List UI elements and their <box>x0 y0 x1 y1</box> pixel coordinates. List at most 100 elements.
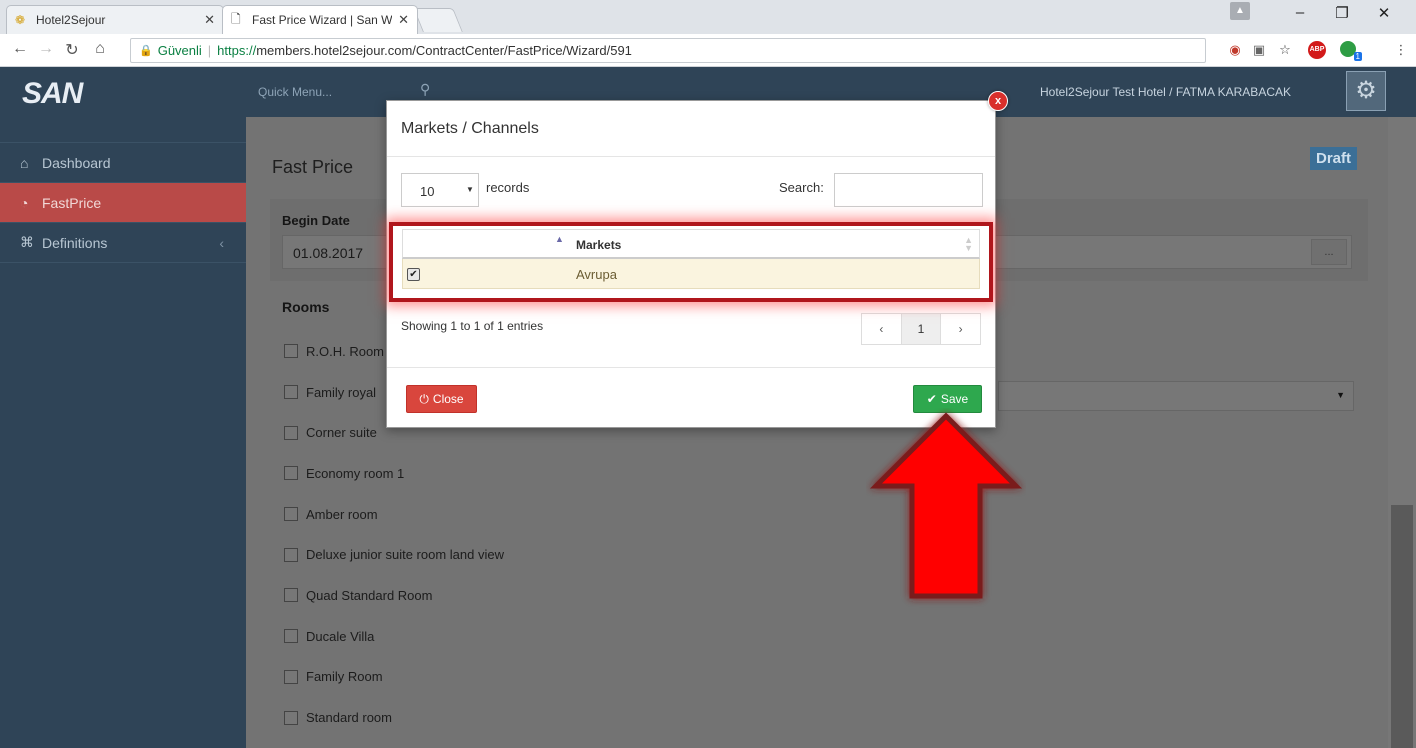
app-logo[interactable]: SAN <box>22 77 83 111</box>
lock-icon: 🔒 <box>139 45 153 57</box>
sidebar-item-definitions[interactable]: ⌘ Definitions ‹ <box>0 223 246 263</box>
minimize-icon[interactable]: – <box>1288 4 1312 21</box>
table-row[interactable]: ✔ Avrupa <box>402 259 980 289</box>
pager-prev[interactable]: ‹ <box>862 314 902 344</box>
modal-close-icon[interactable]: x <box>988 91 1008 111</box>
pagination: ‹ 1 › <box>861 313 981 345</box>
adblock-icon[interactable]: ABP <box>1308 41 1326 59</box>
room-list-item[interactable]: Amber room <box>284 494 504 535</box>
pager-next[interactable]: › <box>941 314 980 344</box>
reload-icon[interactable]: ↻ <box>62 40 82 60</box>
save-button-label: Save <box>940 392 969 406</box>
save-button[interactable]: ✔ Save <box>913 385 982 413</box>
search-icon[interactable]: ⚲ <box>420 81 430 98</box>
extension-camera-icon[interactable]: ◉ <box>1226 42 1244 58</box>
sidebar-item-label: FastPrice <box>42 194 102 211</box>
window-close-icon[interactable]: ✕ <box>1372 4 1396 22</box>
scrollbar-thumb[interactable] <box>1391 505 1413 748</box>
profile-icon[interactable]: ▲ <box>1230 2 1250 20</box>
close-button-label: Close <box>432 392 464 406</box>
room-checkbox[interactable] <box>284 385 298 400</box>
room-label: Deluxe junior suite room land view <box>306 547 504 563</box>
tab-close-icon[interactable]: ✕ <box>398 12 409 28</box>
room-list-item[interactable]: Sun Swim Up Villa <box>284 738 504 748</box>
room-label: Family Room <box>306 669 383 685</box>
market-cell: Avrupa <box>576 267 617 282</box>
bookmark-star-icon[interactable]: ☆ <box>1276 42 1294 58</box>
markets-channels-modal: Markets / Channels 10 ▼ records Search: … <box>386 100 996 428</box>
hotel-user-label[interactable]: Hotel2Sejour Test Hotel / FATMA KARABACA… <box>1040 85 1291 99</box>
tab-fast-price-wizard[interactable]: 🗋 Fast Price Wizard | San W ✕ <box>222 5 418 34</box>
chevron-left-icon: ‹ <box>219 234 224 251</box>
sidebar-item-dashboard[interactable]: ⌂ Dashboard <box>0 143 246 183</box>
check-icon: ✔ <box>926 392 937 406</box>
search-input[interactable] <box>834 173 983 207</box>
sidebar-item-label: Definitions <box>42 234 108 251</box>
room-checkbox[interactable] <box>284 710 298 725</box>
browser-tabstrip: ❁ Hotel2Sejour ✕ 🗋 Fast Price Wizard | S… <box>0 0 1416 34</box>
room-checkbox[interactable] <box>284 588 298 603</box>
status-badge: Draft <box>1310 147 1358 170</box>
page-length-select[interactable]: 10 ▼ <box>401 173 479 207</box>
tab-close-icon[interactable]: ✕ <box>204 12 215 28</box>
room-label: Family royal <box>306 384 377 400</box>
hotel-favicon-icon: ❁ <box>15 13 26 27</box>
room-label: Corner suite <box>306 425 377 441</box>
date-picker-button[interactable]: ... <box>1311 239 1347 265</box>
sidebar-item-fastprice[interactable]: ◔ FastPrice <box>0 183 246 223</box>
new-tab-button[interactable] <box>413 8 463 32</box>
forward-arrow-icon[interactable]: → <box>36 40 56 58</box>
room-checkbox[interactable] <box>284 669 298 684</box>
table-header[interactable]: ▲ Markets ▲ ▼ <box>402 229 980 259</box>
address-bar[interactable]: 🔒 Güvenli | https:// members.hotel2sejou… <box>130 38 1206 63</box>
browser-toolbar: ← → ↻ ⌂ 🔒 Güvenli | https:// members.hot… <box>0 34 1416 67</box>
caret-down-icon: ▼ <box>1336 390 1345 400</box>
room-list-item[interactable]: Quad Standard Room <box>284 575 504 616</box>
page-favicon-icon: 🗋 <box>231 11 241 26</box>
room-checkbox[interactable] <box>284 466 298 481</box>
tag-icon: ⌘ <box>20 234 34 250</box>
tab-title: Hotel2Sejour <box>36 13 106 27</box>
tab-title: Fast Price Wizard | San W <box>252 13 393 27</box>
sidebar-item-label: Dashboard <box>42 154 111 171</box>
table-info: Showing 1 to 1 of 1 entries <box>401 319 544 333</box>
column-header-markets[interactable]: Markets <box>576 238 621 252</box>
market-select[interactable]: ▼ <box>998 381 1354 411</box>
room-checkbox[interactable] <box>284 547 298 562</box>
modal-title: Markets / Channels <box>387 101 995 157</box>
home-icon[interactable]: ⌂ <box>90 40 110 58</box>
room-label: Quad Standard Room <box>306 587 433 603</box>
page-length-value: 10 <box>420 184 435 199</box>
room-checkbox[interactable] <box>284 425 298 440</box>
home-icon: ⌂ <box>20 154 29 171</box>
records-label: records <box>486 180 530 195</box>
room-list-item[interactable]: Standard room <box>284 697 504 738</box>
begin-date-value: 01.08.2017 <box>293 245 364 261</box>
translate-icon[interactable]: ▣ <box>1250 42 1268 58</box>
room-label: Amber room <box>306 506 378 522</box>
secure-label: Güvenli <box>157 43 202 58</box>
room-checkbox[interactable] <box>284 629 298 644</box>
room-list-item[interactable]: Ducale Villa <box>284 616 504 657</box>
room-checkbox[interactable] <box>284 507 298 522</box>
pager-current[interactable]: 1 <box>901 314 942 344</box>
row-checkbox[interactable]: ✔ <box>407 268 420 281</box>
separator: | <box>207 43 212 58</box>
sort-asc-icon: ▲ <box>555 234 564 244</box>
menu-dots-icon[interactable]: ⋮ <box>1392 42 1410 58</box>
tab-hotel2sejour[interactable]: ❁ Hotel2Sejour ✕ <box>6 5 224 34</box>
back-arrow-icon[interactable]: ← <box>10 40 30 58</box>
restore-icon[interactable]: ❐ <box>1330 4 1354 22</box>
room-label: R.O.H. Room <box>306 343 385 359</box>
room-label: Economy room 1 <box>306 465 405 481</box>
gear-icon[interactable]: ⚙ <box>1346 71 1386 111</box>
room-list-item[interactable]: Family Room <box>284 657 504 698</box>
quick-menu-input[interactable]: Quick Menu... <box>258 85 332 99</box>
extension-green-icon[interactable]: 1 <box>1340 41 1362 61</box>
url-scheme: https:// <box>217 43 257 58</box>
room-list-item[interactable]: Deluxe junior suite room land view <box>284 534 504 575</box>
caret-down-icon: ▼ <box>466 185 474 194</box>
room-list-item[interactable]: Economy room 1 <box>284 453 504 494</box>
close-button[interactable]: ⏻ Close <box>406 385 477 413</box>
room-checkbox[interactable] <box>284 344 298 359</box>
